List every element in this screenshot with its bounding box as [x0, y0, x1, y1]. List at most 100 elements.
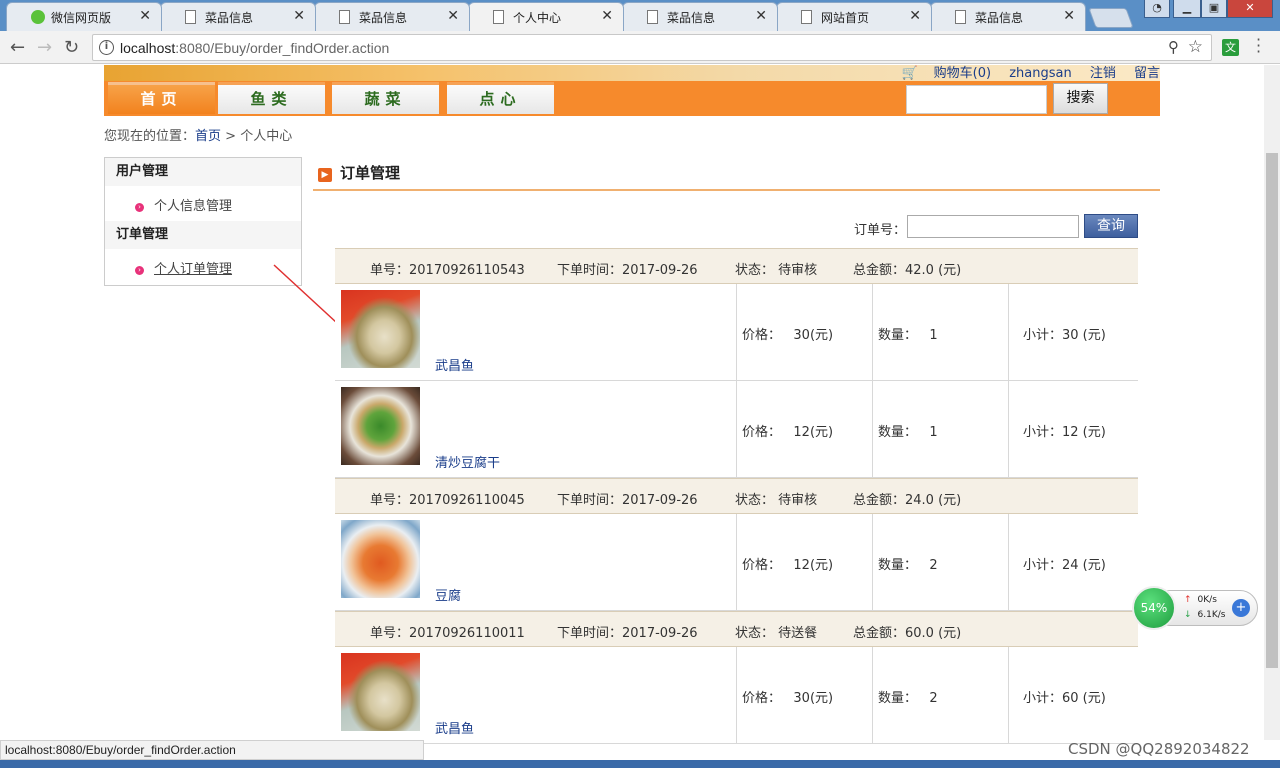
message-link[interactable]: 留言 [1134, 66, 1160, 81]
scrollbar-thumb[interactable] [1266, 153, 1278, 668]
dish-image[interactable] [341, 290, 420, 368]
order-total: 总金额：24.0 (元) [853, 493, 962, 508]
url-text: localhost:8080/Ebuy/order_findOrder.acti… [120, 40, 390, 56]
item-subtotal: 小计：24 (元) [1023, 558, 1106, 573]
wechat-icon [31, 10, 45, 24]
query-button[interactable]: 查询 [1084, 214, 1138, 238]
order-no: 单号：20170926110045 [370, 493, 525, 508]
zoom-icon[interactable]: ⚲ [1168, 38, 1179, 56]
cart-link[interactable]: 🛒 购物车(0) [887, 66, 991, 81]
info-icon[interactable]: i [99, 40, 114, 55]
dish-name-link[interactable]: 武昌鱼 [435, 718, 474, 737]
user-link[interactable]: zhangsan [1009, 66, 1072, 81]
browser-toolbar: ← → ↻ i localhost:8080/Ebuy/order_findOr… [0, 31, 1280, 64]
tab-close-icon[interactable]: ✕ [293, 8, 305, 24]
dish-name-link[interactable]: 武昌鱼 [435, 355, 474, 374]
address-bar[interactable]: i localhost:8080/Ebuy/order_findOrder.ac… [92, 34, 1212, 61]
item-price: 价格： 30(元) [742, 328, 834, 343]
item-qty-cell: 数量： 2 [872, 647, 1008, 743]
tab-close-icon[interactable]: ✕ [909, 8, 921, 24]
logout-link[interactable]: 注销 [1090, 66, 1116, 81]
tab-close-icon[interactable]: ✕ [601, 8, 613, 24]
order-item-row: 武昌鱼 价格： 30(元) 数量： 2 小计：60 (元) [335, 647, 1138, 744]
order-header: 单号：20170926110045 下单时间：2017-09-26 状态： 待审核 总… [335, 478, 1138, 514]
minimize-icon[interactable]: ▁ [1173, 0, 1201, 18]
item-price-cell: 价格： 30(元) [736, 284, 872, 380]
translate-extension-icon[interactable]: 文 [1222, 39, 1239, 56]
dish-image[interactable] [341, 520, 420, 598]
tab-title: 网站首页 [821, 11, 870, 25]
tab-close-icon[interactable]: ✕ [1063, 8, 1075, 24]
sidebar-item-my-orders[interactable]: › 个人订单管理 [135, 258, 232, 277]
item-qty-cell: 数量： 2 [872, 514, 1008, 610]
profile-icon[interactable]: ◔ [1144, 0, 1170, 18]
tab-title: 个人中心 [513, 11, 562, 25]
order-number-input[interactable] [907, 215, 1079, 238]
sidebar-item-profile[interactable]: › 个人信息管理 [135, 195, 232, 214]
reload-icon[interactable]: ↻ [64, 37, 79, 58]
item-qty: 数量： 1 [878, 425, 938, 440]
dish-image[interactable] [341, 653, 420, 731]
order-status: 状态： 待审核 [735, 493, 818, 508]
order-total: 总金额：60.0 (元) [853, 626, 962, 641]
dish-image[interactable] [341, 387, 420, 465]
order-time: 下单时间：2017-09-26 [557, 626, 698, 641]
close-window-icon[interactable]: ✕ [1227, 0, 1273, 18]
item-qty-cell: 数量： 1 [872, 284, 1008, 380]
site-search-input[interactable] [906, 85, 1047, 114]
order-time: 下单时间：2017-09-26 [557, 263, 698, 278]
browser-tab[interactable]: 个人中心 ✕ [468, 2, 624, 31]
item-price: 价格： 30(元) [742, 691, 834, 706]
memory-usage-badge: 54% [1132, 586, 1176, 630]
forward-icon[interactable]: → [37, 37, 52, 58]
browser-tab[interactable]: 网站首页 ✕ [776, 2, 932, 31]
bullet-icon: › [135, 266, 144, 275]
tab-close-icon[interactable]: ✕ [755, 8, 767, 24]
item-subtotal: 小计：30 (元) [1023, 328, 1106, 343]
dish-name-link[interactable]: 清炒豆腐干 [435, 452, 500, 471]
page-icon [339, 10, 350, 24]
item-price-cell: 价格： 12(元) [736, 381, 872, 477]
nav-item[interactable]: 点心 [447, 82, 554, 114]
tab-close-icon[interactable]: ✕ [447, 8, 459, 24]
back-icon[interactable]: ← [10, 37, 25, 58]
order-number-label: 订单号： [854, 223, 907, 238]
page-icon [801, 10, 812, 24]
section-divider [313, 189, 1160, 191]
order-no: 单号：20170926110011 [370, 626, 525, 641]
nav-item[interactable]: 首页 [108, 82, 215, 114]
accelerate-plus-icon[interactable]: + [1232, 599, 1250, 617]
watermark: CSDN @QQ2892034822 [1068, 740, 1250, 758]
os-taskbar [0, 760, 1280, 768]
site-banner: 🛒 购物车(0) zhangsan 注销 留言 [104, 65, 1160, 81]
network-speed-widget[interactable]: 54% ↑ 0K/s ↓ 6.1K/s + [1132, 586, 1258, 630]
order-item-row: 清炒豆腐干 价格： 12(元) 数量： 1 小计：12 (元) [335, 381, 1138, 478]
browser-tab[interactable]: 微信网页版 ✕ [6, 2, 162, 31]
breadcrumb-current: 个人中心 [240, 129, 293, 144]
menu-icon[interactable]: · · · [1256, 32, 1261, 60]
breadcrumb-home-link[interactable]: 首页 [195, 129, 221, 144]
nav-item[interactable]: 蔬菜 [332, 82, 439, 114]
page-scrollbar[interactable] [1264, 65, 1280, 740]
browser-tab[interactable]: 菜品信息 ✕ [160, 2, 316, 31]
item-subtotal: 小计：60 (元) [1023, 691, 1106, 706]
maximize-icon[interactable]: ▣ [1201, 0, 1227, 18]
order-item-row: 武昌鱼 价格： 30(元) 数量： 1 小计：30 (元) [335, 284, 1138, 381]
browser-tab[interactable]: 菜品信息 ✕ [930, 2, 1086, 31]
order-status: 状态： 待送餐 [735, 626, 818, 641]
site-search-button[interactable]: 搜索 [1053, 83, 1108, 114]
breadcrumb-prefix: 您现在的位置： [104, 129, 196, 144]
order-list: 单号：20170926110543 下单时间：2017-09-26 状态： 待审核总… [335, 248, 1138, 744]
order-status: 状态： 待审核 [735, 263, 818, 278]
bookmark-star-icon[interactable]: ☆ [1188, 37, 1203, 57]
dish-name-link[interactable]: 豆腐 [435, 585, 461, 604]
upload-arrow-icon: ↑ [1184, 595, 1192, 605]
tab-close-icon[interactable]: ✕ [139, 8, 151, 24]
browser-tab[interactable]: 菜品信息 ✕ [622, 2, 778, 31]
new-tab-button[interactable] [1088, 8, 1134, 28]
tab-title: 菜品信息 [975, 11, 1024, 25]
browser-tab[interactable]: 菜品信息 ✕ [314, 2, 470, 31]
page-icon [493, 10, 504, 24]
nav-item[interactable]: 鱼类 [218, 82, 325, 114]
order-time: 下单时间：2017-09-26 [557, 493, 698, 508]
